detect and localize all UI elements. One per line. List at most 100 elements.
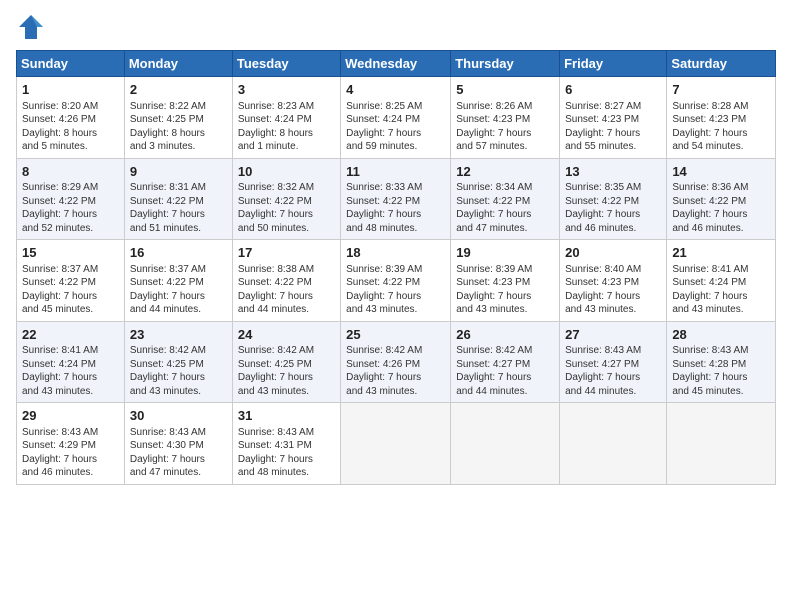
calendar-week-row: 29 Sunrise: 8:43 AM Sunset: 4:29 PM Dayli…	[17, 403, 776, 485]
day-info: Sunrise: 8:41 AM Sunset: 4:24 PM Dayligh…	[672, 264, 748, 316]
day-info: Sunrise: 8:38 AM Sunset: 4:22 PM Dayligh…	[238, 264, 314, 316]
day-info: Sunrise: 8:43 AM Sunset: 4:30 PM Dayligh…	[130, 427, 206, 479]
header	[16, 12, 776, 42]
header-cell-monday: Monday	[124, 51, 232, 77]
calendar-cell: 16Sunrise: 8:37 AM Sunset: 4:22 PM Dayli…	[124, 240, 232, 322]
calendar-week-row: 1Sunrise: 8:20 AM Sunset: 4:26 PM Daylig…	[17, 77, 776, 159]
calendar-cell: 25Sunrise: 8:42 AM Sunset: 4:26 PM Dayli…	[341, 321, 451, 403]
calendar-table: SundayMondayTuesdayWednesdayThursdayFrid…	[16, 50, 776, 485]
calendar-cell: 20Sunrise: 8:40 AM Sunset: 4:23 PM Dayli…	[560, 240, 667, 322]
calendar-week-row: 8Sunrise: 8:29 AM Sunset: 4:22 PM Daylig…	[17, 158, 776, 240]
day-number: 29	[22, 407, 120, 425]
calendar-cell: 12Sunrise: 8:34 AM Sunset: 4:22 PM Dayli…	[451, 158, 560, 240]
day-number: 12	[456, 163, 555, 181]
day-info: Sunrise: 8:36 AM Sunset: 4:22 PM Dayligh…	[672, 182, 748, 234]
logo-icon	[16, 12, 46, 42]
day-info: Sunrise: 8:42 AM Sunset: 4:26 PM Dayligh…	[346, 345, 422, 397]
calendar-cell	[560, 403, 667, 485]
header-cell-wednesday: Wednesday	[341, 51, 451, 77]
day-number: 13	[565, 163, 662, 181]
day-info: Sunrise: 8:28 AM Sunset: 4:23 PM Dayligh…	[672, 101, 748, 153]
day-info: Sunrise: 8:31 AM Sunset: 4:22 PM Dayligh…	[130, 182, 206, 234]
day-number: 11	[346, 163, 446, 181]
calendar-cell: 27Sunrise: 8:43 AM Sunset: 4:27 PM Dayli…	[560, 321, 667, 403]
calendar-cell: 1Sunrise: 8:20 AM Sunset: 4:26 PM Daylig…	[17, 77, 125, 159]
day-info: Sunrise: 8:39 AM Sunset: 4:23 PM Dayligh…	[456, 264, 532, 316]
day-info: Sunrise: 8:25 AM Sunset: 4:24 PM Dayligh…	[346, 101, 422, 153]
day-number: 22	[22, 326, 120, 344]
calendar-cell	[667, 403, 776, 485]
header-cell-saturday: Saturday	[667, 51, 776, 77]
day-number: 16	[130, 244, 228, 262]
day-number: 4	[346, 81, 446, 99]
calendar-cell: 11Sunrise: 8:33 AM Sunset: 4:22 PM Dayli…	[341, 158, 451, 240]
day-info: Sunrise: 8:42 AM Sunset: 4:25 PM Dayligh…	[130, 345, 206, 397]
calendar-cell: 26Sunrise: 8:42 AM Sunset: 4:27 PM Dayli…	[451, 321, 560, 403]
day-info: Sunrise: 8:20 AM Sunset: 4:26 PM Dayligh…	[22, 101, 98, 153]
calendar-cell: 24Sunrise: 8:42 AM Sunset: 4:25 PM Dayli…	[232, 321, 340, 403]
calendar-cell: 8Sunrise: 8:29 AM Sunset: 4:22 PM Daylig…	[17, 158, 125, 240]
calendar-cell	[341, 403, 451, 485]
day-info: Sunrise: 8:32 AM Sunset: 4:22 PM Dayligh…	[238, 182, 314, 234]
day-info: Sunrise: 8:41 AM Sunset: 4:24 PM Dayligh…	[22, 345, 98, 397]
page: SundayMondayTuesdayWednesdayThursdayFrid…	[0, 0, 792, 612]
day-number: 26	[456, 326, 555, 344]
day-number: 2	[130, 81, 228, 99]
day-info: Sunrise: 8:42 AM Sunset: 4:27 PM Dayligh…	[456, 345, 532, 397]
day-number: 17	[238, 244, 336, 262]
calendar-cell: 30 Sunrise: 8:43 AM Sunset: 4:30 PM Dayli…	[124, 403, 232, 485]
calendar-cell: 4 Sunrise: 8:25 AM Sunset: 4:24 PM Daylig…	[341, 77, 451, 159]
day-info: Sunrise: 8:33 AM Sunset: 4:22 PM Dayligh…	[346, 182, 422, 234]
day-info: Sunrise: 8:37 AM Sunset: 4:22 PM Dayligh…	[22, 264, 98, 316]
calendar-cell: 28Sunrise: 8:43 AM Sunset: 4:28 PM Dayli…	[667, 321, 776, 403]
calendar-header-row: SundayMondayTuesdayWednesdayThursdayFrid…	[17, 51, 776, 77]
day-number: 8	[22, 163, 120, 181]
calendar-cell: 31 Sunrise: 8:43 AM Sunset: 4:31 PM Dayli…	[232, 403, 340, 485]
day-number: 31	[238, 407, 336, 425]
day-number: 23	[130, 326, 228, 344]
calendar-cell	[451, 403, 560, 485]
day-number: 14	[672, 163, 771, 181]
calendar-cell: 17 Sunrise: 8:38 AM Sunset: 4:22 PM Dayli…	[232, 240, 340, 322]
day-info: Sunrise: 8:27 AM Sunset: 4:23 PM Dayligh…	[565, 101, 641, 153]
day-info: Sunrise: 8:42 AM Sunset: 4:25 PM Dayligh…	[238, 345, 314, 397]
logo	[16, 12, 50, 42]
day-info: Sunrise: 8:40 AM Sunset: 4:23 PM Dayligh…	[565, 264, 641, 316]
header-cell-thursday: Thursday	[451, 51, 560, 77]
day-info: Sunrise: 8:34 AM Sunset: 4:22 PM Dayligh…	[456, 182, 532, 234]
day-number: 27	[565, 326, 662, 344]
calendar-cell: 10Sunrise: 8:32 AM Sunset: 4:22 PM Dayli…	[232, 158, 340, 240]
day-info: Sunrise: 8:23 AM Sunset: 4:24 PM Dayligh…	[238, 101, 314, 153]
calendar-cell: 21 Sunrise: 8:41 AM Sunset: 4:24 PM Dayli…	[667, 240, 776, 322]
day-number: 18	[346, 244, 446, 262]
calendar-cell: 23Sunrise: 8:42 AM Sunset: 4:25 PM Dayli…	[124, 321, 232, 403]
day-number: 3	[238, 81, 336, 99]
calendar-cell: 3 Sunrise: 8:23 AM Sunset: 4:24 PM Daylig…	[232, 77, 340, 159]
calendar-week-row: 15 Sunrise: 8:37 AM Sunset: 4:22 PM Dayli…	[17, 240, 776, 322]
day-number: 24	[238, 326, 336, 344]
calendar-cell: 14Sunrise: 8:36 AM Sunset: 4:22 PM Dayli…	[667, 158, 776, 240]
calendar-cell: 13Sunrise: 8:35 AM Sunset: 4:22 PM Dayli…	[560, 158, 667, 240]
day-info: Sunrise: 8:43 AM Sunset: 4:28 PM Dayligh…	[672, 345, 748, 397]
day-number: 7	[672, 81, 771, 99]
calendar-cell: 18Sunrise: 8:39 AM Sunset: 4:22 PM Dayli…	[341, 240, 451, 322]
day-info: Sunrise: 8:43 AM Sunset: 4:27 PM Dayligh…	[565, 345, 641, 397]
day-info: Sunrise: 8:35 AM Sunset: 4:22 PM Dayligh…	[565, 182, 641, 234]
header-cell-tuesday: Tuesday	[232, 51, 340, 77]
calendar-cell: 19 Sunrise: 8:39 AM Sunset: 4:23 PM Dayli…	[451, 240, 560, 322]
day-info: Sunrise: 8:43 AM Sunset: 4:31 PM Dayligh…	[238, 427, 314, 479]
day-number: 21	[672, 244, 771, 262]
calendar-week-row: 22Sunrise: 8:41 AM Sunset: 4:24 PM Dayli…	[17, 321, 776, 403]
day-number: 15	[22, 244, 120, 262]
calendar-cell: 2 Sunrise: 8:22 AM Sunset: 4:25 PM Daylig…	[124, 77, 232, 159]
day-info: Sunrise: 8:29 AM Sunset: 4:22 PM Dayligh…	[22, 182, 98, 234]
day-number: 28	[672, 326, 771, 344]
day-number: 9	[130, 163, 228, 181]
day-number: 19	[456, 244, 555, 262]
header-cell-sunday: Sunday	[17, 51, 125, 77]
day-info: Sunrise: 8:22 AM Sunset: 4:25 PM Dayligh…	[130, 101, 206, 153]
day-number: 30	[130, 407, 228, 425]
day-info: Sunrise: 8:43 AM Sunset: 4:29 PM Dayligh…	[22, 427, 98, 479]
header-cell-friday: Friday	[560, 51, 667, 77]
calendar-cell: 6Sunrise: 8:27 AM Sunset: 4:23 PM Daylig…	[560, 77, 667, 159]
